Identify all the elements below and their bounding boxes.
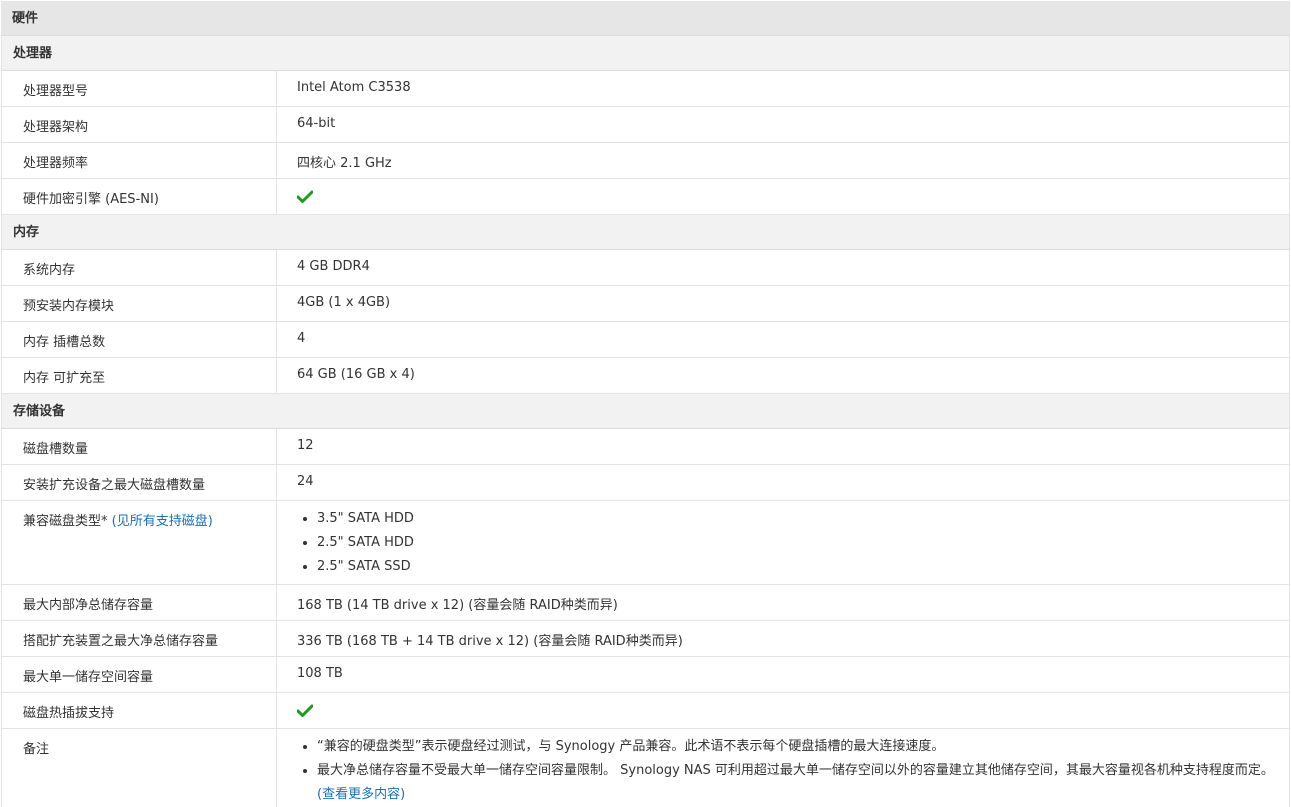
- table-row: 兼容磁盘类型* (见所有支持磁盘) 3.5" SATA HDD 2.5" SAT…: [1, 501, 1290, 585]
- row-label: 磁盘槽数量: [2, 429, 277, 464]
- row-value: 4: [297, 331, 306, 346]
- section-header-memory: 内存: [1, 215, 1290, 250]
- row-label: 磁盘热插拔支持: [2, 693, 277, 728]
- row-value: 64 GB (16 GB x 4): [297, 367, 415, 382]
- list-item: “兼容的硬盘类型”表示硬盘经过测试，与 Synology 产品兼容。此术语不表示…: [317, 735, 1289, 759]
- row-value: 108 TB: [297, 666, 343, 681]
- table-row: 安装扩充设备之最大磁盘槽数量 24: [1, 465, 1290, 501]
- row-label: 兼容磁盘类型* (见所有支持磁盘): [2, 501, 277, 584]
- section-header-cpu: 处理器: [1, 36, 1290, 71]
- section-header-storage: 存储设备: [1, 394, 1290, 429]
- table-row: 硬件加密引擎 (AES-NI): [1, 179, 1290, 215]
- table-row: 内存 可扩充至 64 GB (16 GB x 4): [1, 358, 1290, 394]
- table-row: 系统内存 4 GB DDR4: [1, 250, 1290, 286]
- row-label: 预安装内存模块: [2, 286, 277, 321]
- row-label: 处理器型号: [2, 71, 277, 106]
- table-row: 最大单一储存空间容量 108 TB: [1, 657, 1290, 693]
- hardware-header: 硬件: [1, 1, 1290, 36]
- compatible-disk-label: 兼容磁盘类型*: [23, 514, 108, 529]
- table-row: 备注 “兼容的硬盘类型”表示硬盘经过测试，与 Synology 产品兼容。此术语…: [1, 729, 1290, 807]
- table-row: 磁盘热插拔支持: [1, 693, 1290, 729]
- table-row: 处理器型号 Intel Atom C3538: [1, 71, 1290, 107]
- row-value: 168 TB (14 TB drive x 12) (容量会随 RAID种类而异…: [297, 598, 618, 613]
- row-label: 备注: [2, 729, 277, 807]
- row-label: 内存 插槽总数: [2, 322, 277, 357]
- notes-list: “兼容的硬盘类型”表示硬盘经过测试，与 Synology 产品兼容。此术语不表示…: [297, 735, 1289, 807]
- table-row: 最大内部净总储存容量 168 TB (14 TB drive x 12) (容量…: [1, 585, 1290, 621]
- row-value: Intel Atom C3538: [297, 80, 411, 95]
- row-value: 64-bit: [297, 116, 336, 131]
- check-icon: [296, 190, 314, 207]
- table-row: 处理器频率 四核心 2.1 GHz: [1, 143, 1290, 179]
- row-label: 处理器频率: [2, 143, 277, 178]
- row-value: 12: [297, 438, 314, 453]
- row-value: 336 TB (168 TB + 14 TB drive x 12) (容量会随…: [297, 634, 683, 649]
- table-row: 磁盘槽数量 12: [1, 429, 1290, 465]
- list-item: 3.5" SATA HDD: [317, 507, 1289, 531]
- row-value: 4GB (1 x 4GB): [297, 295, 391, 310]
- row-label: 最大单一储存空间容量: [2, 657, 277, 692]
- table-row: 预安装内存模块 4GB (1 x 4GB): [1, 286, 1290, 322]
- table-row: 处理器架构 64-bit: [1, 107, 1290, 143]
- row-label: 系统内存: [2, 250, 277, 285]
- disk-type-list: 3.5" SATA HDD 2.5" SATA HDD 2.5" SATA SS…: [297, 507, 1289, 579]
- row-value: [277, 179, 1289, 214]
- row-value: 四核心 2.1 GHz: [297, 156, 392, 171]
- row-label: 安装扩充设备之最大磁盘槽数量: [2, 465, 277, 500]
- row-label: 搭配扩充装置之最大净总储存容量: [2, 621, 277, 656]
- row-label: 内存 可扩充至: [2, 358, 277, 393]
- row-label: 最大内部净总储存容量: [2, 585, 277, 620]
- row-value: 24: [297, 474, 314, 489]
- row-value: [277, 693, 1289, 728]
- check-icon: [296, 704, 314, 721]
- row-label: 处理器架构: [2, 107, 277, 142]
- all-supported-disks-link[interactable]: (见所有支持磁盘): [112, 514, 213, 529]
- row-value: 4 GB DDR4: [297, 259, 370, 274]
- list-item: 最大净总储存容量不受最大单一储存空间容量限制。 Synology NAS 可利用…: [317, 759, 1289, 807]
- row-value: 3.5" SATA HDD 2.5" SATA HDD 2.5" SATA SS…: [277, 501, 1289, 584]
- table-row: 搭配扩充装置之最大净总储存容量 336 TB (168 TB + 14 TB d…: [1, 621, 1290, 657]
- row-label: 硬件加密引擎 (AES-NI): [2, 179, 277, 214]
- list-item: 2.5" SATA HDD: [317, 531, 1289, 555]
- hardware-spec-table: 硬件 处理器 处理器型号 Intel Atom C3538 处理器架构 64-b…: [1, 1, 1290, 807]
- view-more-link[interactable]: (查看更多内容): [317, 787, 405, 802]
- list-item: 2.5" SATA SSD: [317, 555, 1289, 579]
- row-value: “兼容的硬盘类型”表示硬盘经过测试，与 Synology 产品兼容。此术语不表示…: [277, 729, 1289, 807]
- table-row: 内存 插槽总数 4: [1, 322, 1290, 358]
- note-text: 最大净总储存容量不受最大单一储存空间容量限制。 Synology NAS 可利用…: [317, 763, 1274, 778]
